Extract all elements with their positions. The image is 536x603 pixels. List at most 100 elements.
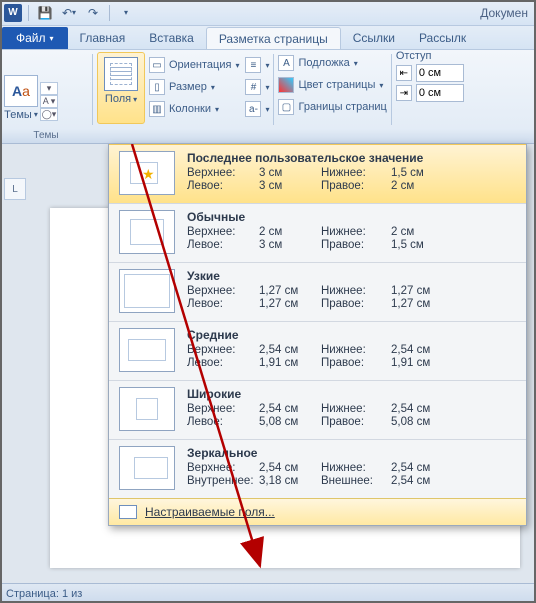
columns-button[interactable]: ▥ Колонки ▾	[149, 98, 239, 120]
columns-icon: ▥	[149, 101, 165, 117]
chevron-down-icon: ▾	[265, 83, 269, 92]
window-title: Докумен	[480, 6, 528, 20]
chevron-down-icon: ▾	[354, 59, 358, 68]
watermark-icon: A	[278, 55, 294, 71]
margins-preset-text: Узкие Верхнее:1,27 смНижнее:1,27 см Лево…	[187, 269, 516, 313]
theme-parts: ▾ A ▾ ◯▾	[40, 82, 58, 114]
page-color-icon	[278, 77, 294, 93]
margins-thumb-icon	[119, 151, 175, 195]
ruler-corner[interactable]: L	[4, 178, 26, 200]
page-borders-icon: ▢	[278, 99, 294, 115]
qat-separator	[109, 5, 110, 21]
margins-button[interactable]: Поля▾	[97, 52, 145, 124]
undo-button[interactable]: ↶▾	[59, 3, 79, 23]
save-button[interactable]: 💾	[35, 3, 55, 23]
tab-file[interactable]: Файл ▾	[2, 27, 68, 49]
margins-preset-item[interactable]: Узкие Верхнее:1,27 смНижнее:1,27 см Лево…	[109, 262, 526, 321]
indent-left-spinner[interactable]: ⇤	[396, 64, 464, 82]
themes-button[interactable]: Темы▾	[4, 109, 38, 121]
hyphenation-icon: a-	[245, 101, 261, 117]
margins-label: Поля	[105, 93, 131, 105]
margins-preset-item[interactable]: Обычные Верхнее:2 смНижнее:2 см Левое:3 …	[109, 203, 526, 262]
cmd-label: Границы страниц	[298, 101, 386, 113]
indent-right-input[interactable]	[416, 84, 464, 102]
cmd-label: Колонки	[169, 103, 211, 115]
margins-thumb-icon	[119, 269, 175, 313]
chevron-down-icon: ▾	[211, 83, 215, 92]
chevron-down-icon: ▾	[265, 61, 269, 70]
margins-preset-text: Средние Верхнее:2,54 смНижнее:2,54 см Ле…	[187, 328, 516, 372]
quick-access-toolbar: W 💾 ↶▾ ↷ ▾	[4, 3, 136, 23]
size-button[interactable]: ▯ Размер ▾	[149, 76, 239, 98]
group-label: Темы	[0, 130, 92, 141]
status-page: Страница: 1 из	[6, 588, 82, 600]
preset-title: Зеркальное	[187, 446, 516, 460]
custom-margins-label: Настраиваемые поля...	[145, 505, 275, 519]
custom-margins-icon	[119, 505, 137, 519]
margins-icon	[104, 57, 138, 91]
indent-left-input[interactable]	[416, 64, 464, 82]
redo-button[interactable]: ↷	[83, 3, 103, 23]
chevron-down-icon: ▾	[265, 105, 269, 114]
margins-dropdown: Последнее пользовательское значение Верх…	[108, 144, 527, 526]
margins-preset-text: Последнее пользовательское значение Верх…	[187, 151, 516, 195]
margins-preset-text: Широкие Верхнее:2,54 смНижнее:2,54 см Ле…	[187, 387, 516, 431]
chevron-down-icon: ▾	[215, 105, 219, 114]
theme-colors-button[interactable]: ▾	[40, 82, 58, 95]
status-bar: Страница: 1 из	[0, 583, 536, 603]
chevron-down-icon: ▾	[379, 81, 383, 90]
hyphenation-button[interactable]: a- ▾	[245, 98, 269, 120]
title-bar: W 💾 ↶▾ ↷ ▾ Докумен	[0, 0, 536, 26]
margins-thumb-icon	[119, 446, 175, 490]
tab-mailings[interactable]: Рассылк	[407, 27, 478, 49]
margins-preset-text: Зеркальное Верхнее:2,54 смНижнее:2,54 см…	[187, 446, 516, 490]
ribbon-tabs: Файл▾ Главная Вставка Разметка страницы …	[0, 26, 536, 50]
preset-title: Обычные	[187, 210, 516, 224]
margins-preset-item[interactable]: Средние Верхнее:2,54 смНижнее:2,54 см Ле…	[109, 321, 526, 380]
margins-thumb-icon	[119, 387, 175, 431]
orientation-icon: ▭	[149, 57, 165, 73]
theme-fonts-button[interactable]: A ▾	[40, 95, 58, 108]
qat-customize-button[interactable]: ▾	[116, 3, 136, 23]
indent-right-spinner[interactable]: ⇥	[396, 84, 464, 102]
orientation-button[interactable]: ▭ Ориентация ▾	[149, 54, 239, 76]
group-paragraph: Отступ ⇤ ⇥	[392, 50, 468, 143]
preset-title: Средние	[187, 328, 516, 342]
chevron-down-icon: ▾	[34, 110, 38, 119]
margins-preset-text: Обычные Верхнее:2 смНижнее:2 см Левое:3 …	[187, 210, 516, 254]
margins-thumb-icon	[119, 328, 175, 372]
indent-left-icon: ⇤	[396, 65, 412, 81]
chevron-down-icon: ▾	[50, 34, 54, 43]
margins-preset-item[interactable]: Последнее пользовательское значение Верх…	[109, 144, 526, 204]
watermark-button[interactable]: AПодложка▾	[278, 52, 386, 74]
page-color-button[interactable]: Цвет страницы ▾	[278, 74, 386, 96]
margins-preset-item[interactable]: Широкие Верхнее:2,54 смНижнее:2,54 см Ле…	[109, 380, 526, 439]
cmd-label: Ориентация	[169, 59, 231, 71]
group-page-setup: Поля▾ ▭Ориентация▾ ▯Размер▾ ▥Колонки▾ ≡▾…	[93, 50, 273, 143]
tab-label: Файл	[16, 31, 46, 45]
line-numbers-icon: #	[245, 79, 261, 95]
line-numbers-button[interactable]: #▾	[245, 76, 269, 98]
qat-separator	[28, 5, 29, 21]
tab-insert[interactable]: Вставка	[137, 27, 206, 49]
margins-preset-item[interactable]: Зеркальное Верхнее:2,54 смНижнее:2,54 см…	[109, 439, 526, 498]
tab-home[interactable]: Главная	[68, 27, 138, 49]
custom-margins-button[interactable]: Настраиваемые поля...	[109, 498, 526, 525]
group-page-background: AПодложка▾ Цвет страницы ▾ ▢ Границы стран…	[274, 50, 390, 143]
indent-header: Отступ	[396, 50, 464, 62]
ribbon: Aa Темы▾ ▾ A ▾ ◯▾ Темы Поля▾ ▭Ориентация…	[0, 50, 536, 144]
chevron-down-icon: ▾	[133, 95, 137, 104]
margins-thumb-icon	[119, 210, 175, 254]
breaks-button[interactable]: ≡▾	[245, 54, 269, 76]
tab-page-layout[interactable]: Разметка страницы	[206, 27, 341, 49]
cmd-label: Размер	[169, 81, 207, 93]
chevron-down-icon: ▾	[235, 61, 239, 70]
theme-effects-button[interactable]: ◯▾	[40, 108, 58, 121]
page-borders-button[interactable]: ▢ Границы страниц	[278, 96, 386, 118]
group-themes: Aa Темы▾ ▾ A ▾ ◯▾ Темы	[0, 50, 92, 143]
tab-references[interactable]: Ссылки	[341, 27, 407, 49]
cmd-label: Цвет страницы	[298, 79, 375, 91]
preset-title: Широкие	[187, 387, 516, 401]
size-icon: ▯	[149, 79, 165, 95]
themes-label: Темы	[4, 109, 32, 121]
